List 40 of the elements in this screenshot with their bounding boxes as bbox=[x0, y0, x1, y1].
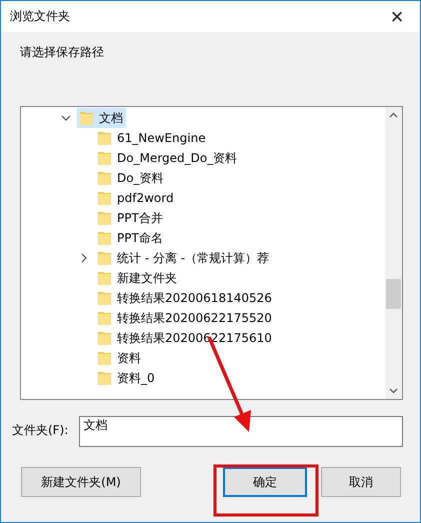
folder-item[interactable]: Do_Merged_Do_资料 bbox=[95, 148, 240, 168]
dialog-button[interactable]: 确定 bbox=[223, 467, 307, 497]
folder-item[interactable]: 61_NewEngine bbox=[95, 128, 209, 148]
folder-item[interactable]: pdf2word bbox=[95, 188, 177, 208]
folder-item[interactable]: 资料_0 bbox=[95, 368, 158, 388]
collapse-chevron-icon[interactable] bbox=[61, 113, 71, 123]
folder-item[interactable]: PPT命名 bbox=[95, 228, 166, 248]
folder-item[interactable]: Do_资料 bbox=[95, 168, 167, 188]
folder-icon bbox=[97, 130, 113, 146]
folder-icon bbox=[97, 290, 113, 306]
close-button[interactable]: × bbox=[374, 1, 420, 32]
folder-item[interactable]: 转换结果20200622175610 bbox=[95, 328, 275, 348]
folder-label: 文件夹(F): bbox=[12, 422, 68, 439]
folder-item[interactable]: 转换结果20200622175520 bbox=[95, 308, 275, 328]
folder-item[interactable]: 新建文件夹 bbox=[95, 268, 180, 288]
scrollbar[interactable] bbox=[385, 107, 402, 399]
folder-item[interactable]: PPT合并 bbox=[95, 208, 166, 228]
folder-icon bbox=[97, 230, 113, 246]
folder-icon bbox=[97, 170, 113, 186]
dialog-button[interactable]: 新建文件夹(M) bbox=[21, 467, 141, 497]
folder-item[interactable]: 统计 - 分离 -（常规计算）荐 bbox=[95, 248, 272, 268]
scroll-thumb[interactable] bbox=[386, 279, 401, 309]
folder-icon bbox=[97, 190, 113, 206]
folder-icon bbox=[97, 270, 113, 286]
folder-icon bbox=[79, 110, 95, 126]
folder-icon bbox=[97, 210, 113, 226]
folder-item[interactable]: 转换结果20200618140526 bbox=[95, 288, 275, 308]
prompt-text: 请选择保存路径 bbox=[20, 44, 104, 61]
folder-icon bbox=[97, 250, 113, 266]
folder-icon bbox=[97, 310, 113, 326]
expand-chevron-icon[interactable] bbox=[79, 253, 89, 263]
folder-item[interactable]: 文档 bbox=[77, 108, 126, 128]
folder-icon bbox=[97, 370, 113, 386]
folder-icon bbox=[97, 150, 113, 166]
folder-icon bbox=[97, 350, 113, 366]
dialog-button[interactable]: 取消 bbox=[321, 467, 401, 497]
folder-input[interactable]: 文档 bbox=[79, 416, 403, 447]
window-title: 浏览文件夹 bbox=[10, 8, 70, 25]
folder-item[interactable]: 资料 bbox=[95, 348, 144, 368]
folder-icon bbox=[97, 330, 113, 346]
